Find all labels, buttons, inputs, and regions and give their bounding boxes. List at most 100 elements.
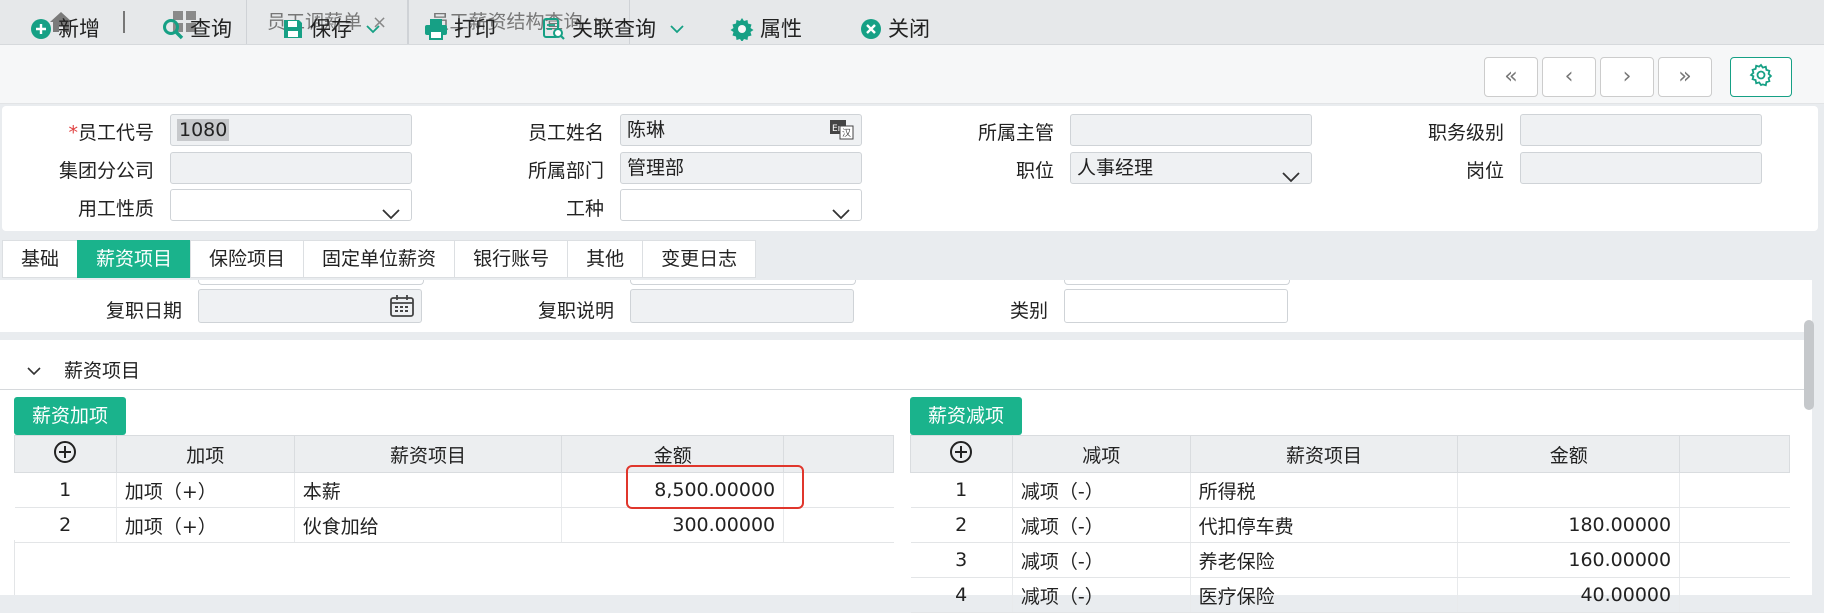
employee-code-label: *员工代号 bbox=[68, 122, 154, 144]
employee-name-label: 员工姓名 bbox=[527, 122, 604, 144]
branch-label: 集团分公司 bbox=[58, 160, 154, 182]
table-row[interactable]: 1 减项（-） 所得税 bbox=[910, 472, 1790, 508]
row-number: 4 bbox=[910, 577, 1013, 613]
related-doc-search-icon bbox=[542, 17, 566, 41]
employment-type-label: 用工性质 bbox=[77, 198, 154, 220]
tab-basic[interactable]: 基础 bbox=[2, 240, 78, 278]
row-number: 1 bbox=[14, 472, 117, 508]
vertical-scrollbar[interactable] bbox=[1804, 320, 1814, 410]
chevron-down-icon[interactable] bbox=[670, 12, 684, 46]
related-query-button[interactable]: 关联查询 bbox=[542, 12, 684, 46]
clipped-field bbox=[1064, 280, 1290, 285]
query-label: 查询 bbox=[190, 17, 232, 41]
amount-cell[interactable]: 180.00000 bbox=[1457, 507, 1681, 543]
employee-code-field[interactable]: 1080 bbox=[170, 114, 412, 146]
blank-cell bbox=[783, 507, 894, 543]
chevron-down-icon bbox=[1281, 162, 1301, 192]
divider-line bbox=[0, 389, 1806, 390]
department-field[interactable]: 管理部 bbox=[620, 152, 862, 184]
table-row[interactable]: 3 减项（-） 养老保险 160.00000 bbox=[910, 542, 1790, 578]
settings-button[interactable] bbox=[1730, 57, 1792, 97]
job-level-field[interactable] bbox=[1520, 114, 1762, 146]
column-header: 金额 bbox=[1457, 435, 1681, 473]
prev-record-button[interactable]: ‹ bbox=[1542, 57, 1596, 97]
blank-cell bbox=[1679, 507, 1790, 543]
reinstate-date-field[interactable] bbox=[198, 289, 422, 323]
add-row-header[interactable] bbox=[910, 435, 1013, 473]
category-field[interactable] bbox=[1064, 289, 1288, 323]
salary-item[interactable]: 医疗保险 bbox=[1190, 577, 1459, 613]
item-type[interactable]: 减项（-） bbox=[1012, 472, 1191, 508]
amount-cell[interactable] bbox=[1457, 472, 1681, 508]
save-button[interactable]: 保存 bbox=[282, 12, 380, 46]
amount-cell[interactable]: 160.00000 bbox=[1457, 542, 1681, 578]
add-button[interactable]: 新增 bbox=[30, 12, 100, 46]
branch-field[interactable] bbox=[170, 152, 412, 184]
item-type[interactable]: 减项（-） bbox=[1012, 542, 1191, 578]
record-tabs: 基础 薪资项目 保险项目 固定单位薪资 银行账号 其他 变更日志 bbox=[2, 240, 757, 278]
row-number: 2 bbox=[14, 507, 117, 543]
tab-change-log[interactable]: 变更日志 bbox=[642, 240, 757, 278]
row-number: 1 bbox=[910, 472, 1013, 508]
tab-bank-account[interactable]: 银行账号 bbox=[454, 240, 568, 278]
row-number: 2 bbox=[910, 507, 1013, 543]
save-label: 保存 bbox=[310, 17, 352, 41]
chevron-down-icon bbox=[831, 199, 851, 229]
salary-item[interactable]: 养老保险 bbox=[1190, 542, 1459, 578]
add-row-header[interactable] bbox=[14, 435, 117, 473]
deduct-salary-item-button[interactable]: 薪资减项 bbox=[910, 397, 1023, 435]
salary-item[interactable]: 伙食加给 bbox=[294, 507, 563, 543]
reinstate-note-field[interactable] bbox=[630, 289, 854, 323]
salary-item[interactable]: 所得税 bbox=[1190, 472, 1459, 508]
first-record-button[interactable]: « bbox=[1484, 57, 1538, 97]
plus-circle-icon bbox=[950, 440, 973, 463]
chevron-down-icon[interactable] bbox=[366, 12, 380, 46]
employment-type-select[interactable] bbox=[170, 189, 412, 221]
amount-cell[interactable]: 300.00000 bbox=[561, 507, 785, 543]
position-select[interactable]: 人事经理 bbox=[1070, 152, 1312, 184]
item-type[interactable]: 减项（-） bbox=[1012, 577, 1191, 613]
tab-separator bbox=[123, 11, 125, 33]
required-mark: * bbox=[68, 122, 78, 144]
reinstate-date-label: 复职日期 bbox=[105, 300, 182, 322]
employee-name-field[interactable]: 陈琳 En 汉 bbox=[620, 114, 862, 146]
table-row[interactable]: 2 加项（+） 伙食加给 300.00000 bbox=[14, 507, 894, 543]
item-type[interactable]: 减项（-） bbox=[1012, 507, 1191, 543]
clipped-field bbox=[630, 280, 856, 285]
query-button[interactable]: 查询 bbox=[162, 12, 232, 46]
post-label: 岗位 bbox=[1465, 160, 1504, 182]
tab-insurance-items[interactable]: 保险项目 bbox=[190, 240, 304, 278]
column-header: 薪资项目 bbox=[1189, 435, 1459, 473]
tab-salary-items[interactable]: 薪资项目 bbox=[77, 240, 191, 278]
supervisor-field[interactable] bbox=[1070, 114, 1312, 146]
item-type[interactable]: 加项（+） bbox=[116, 507, 295, 543]
work-type-select[interactable] bbox=[620, 189, 862, 221]
input-method-icon[interactable]: En 汉 bbox=[829, 118, 855, 151]
tab-other[interactable]: 其他 bbox=[567, 240, 643, 278]
salary-deduct-table: 减项 薪资项目 金额 1 减项（-） 所得税 2 减项（-） 代扣停车费 180… bbox=[910, 435, 1790, 613]
properties-button[interactable]: 属性 bbox=[730, 12, 802, 46]
table-row[interactable]: 2 减项（-） 代扣停车费 180.00000 bbox=[910, 507, 1790, 543]
print-button[interactable]: 打印 bbox=[424, 12, 496, 46]
reinstate-note-label: 复职说明 bbox=[537, 300, 614, 322]
salary-item[interactable]: 代扣停车费 bbox=[1190, 507, 1459, 543]
column-header-blank bbox=[1679, 435, 1790, 473]
section-title: 薪资项目 bbox=[64, 360, 141, 382]
add-salary-item-button[interactable]: 薪资加项 bbox=[14, 397, 127, 435]
table-row[interactable]: 4 减项（-） 医疗保险 40.00000 bbox=[910, 577, 1790, 613]
chevron-down-icon bbox=[26, 359, 42, 381]
amount-cell[interactable]: 40.00000 bbox=[1457, 577, 1681, 613]
close-button[interactable]: 关闭 bbox=[860, 12, 930, 46]
job-level-label: 职务级别 bbox=[1427, 122, 1504, 144]
item-type[interactable]: 加项（+） bbox=[116, 472, 295, 508]
next-record-button[interactable]: › bbox=[1600, 57, 1654, 97]
chevron-down-icon bbox=[381, 199, 401, 229]
salary-section-header[interactable]: 薪资项目 bbox=[26, 356, 140, 383]
plus-circle-icon bbox=[54, 440, 77, 463]
tab-fixed-unit-salary[interactable]: 固定单位薪资 bbox=[303, 240, 455, 278]
calendar-icon[interactable] bbox=[389, 294, 415, 327]
plus-circle-icon bbox=[30, 18, 52, 40]
post-field[interactable] bbox=[1520, 152, 1762, 184]
last-record-button[interactable]: » bbox=[1658, 57, 1712, 97]
salary-item[interactable]: 本薪 bbox=[294, 472, 563, 508]
